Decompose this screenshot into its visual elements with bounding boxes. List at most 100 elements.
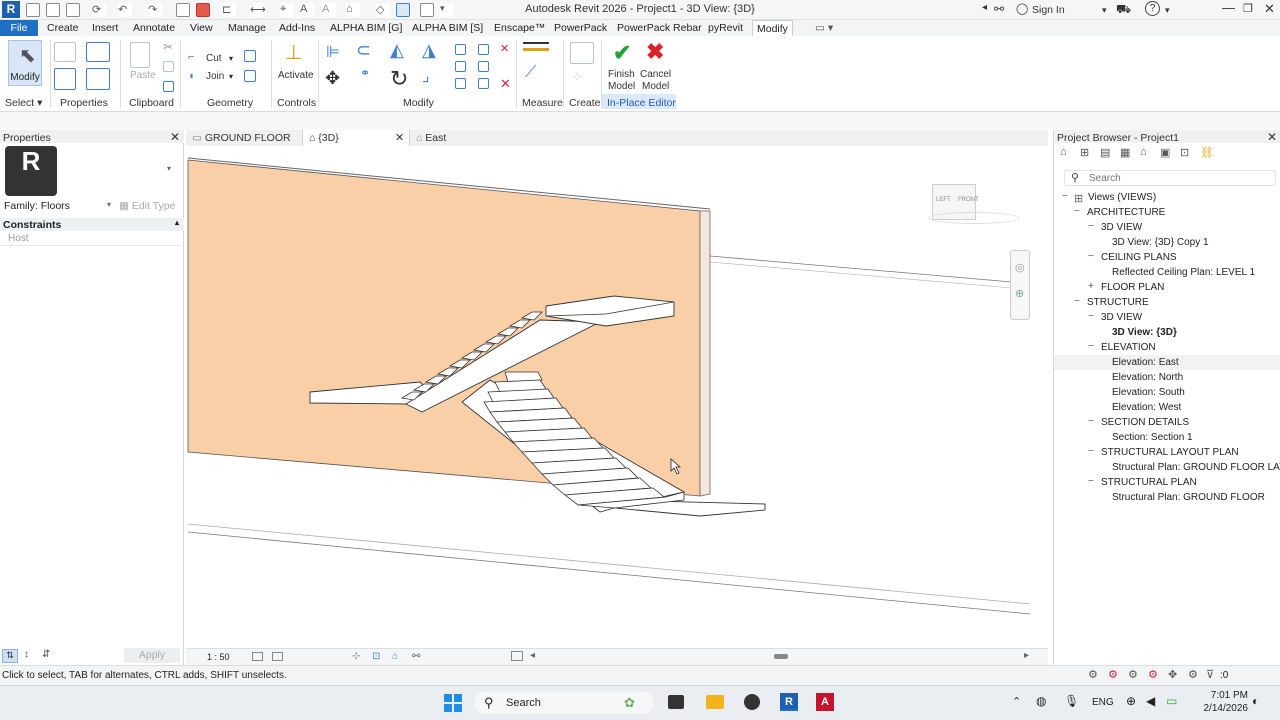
clock-time[interactable]: 7:01 PM: [1198, 690, 1248, 701]
constraints-header[interactable]: Constraints ▴: [0, 218, 184, 231]
temporary-hide-icon[interactable]: ⌂: [392, 651, 398, 662]
tab-file[interactable]: File: [0, 20, 38, 36]
properties-help-icon[interactable]: ⇅: [2, 649, 18, 663]
mirror-draw-icon[interactable]: ◮: [422, 40, 436, 61]
notifications-icon[interactable]: ◐: [1252, 694, 1259, 708]
viewcube-left-face[interactable]: LEFT: [936, 197, 951, 203]
tree-item[interactable]: Elevation: South: [1112, 387, 1185, 398]
family-types-icon[interactable]: [86, 42, 110, 62]
tree-expander-icon[interactable]: −: [1074, 296, 1080, 307]
wall-joins-icon[interactable]: [244, 50, 256, 62]
tree-item[interactable]: Structural Plan: GROUND FLOOR LAYOUT: [1112, 462, 1280, 473]
ribbon-options-icon[interactable]: ▭ ▾: [815, 22, 833, 34]
network-icon[interactable]: ◍: [1036, 694, 1046, 708]
family-dropdown-icon[interactable]: ▾: [107, 200, 111, 209]
language-indicator[interactable]: ENG: [1092, 697, 1114, 708]
tree-item[interactable]: 3D View: {3D} Copy 1: [1112, 237, 1209, 248]
tree-item[interactable]: SECTION DETAILS: [1101, 417, 1189, 428]
globe-icon[interactable]: ⊕: [1126, 694, 1136, 708]
user-icon[interactable]: ◯: [1016, 2, 1028, 15]
tree-item[interactable]: Section: Section 1: [1112, 432, 1193, 443]
type-properties-icon[interactable]: [54, 42, 76, 62]
sort-alpha-icon[interactable]: ⇵: [42, 649, 50, 660]
split-gap-icon[interactable]: [478, 78, 489, 89]
help-icon[interactable]: ?: [1145, 1, 1160, 16]
offset-icon[interactable]: ⊂: [356, 40, 371, 61]
show-analytical-icon[interactable]: ⚯: [412, 651, 420, 662]
drawing-canvas[interactable]: LEFT FRONT ◎ ⊕: [186, 146, 1034, 648]
finish-model-icon[interactable]: ✔: [613, 40, 631, 66]
expand-all-icon[interactable]: ⊞: [1080, 146, 1089, 159]
horizontal-scrollbar-thumb[interactable]: [774, 654, 788, 659]
tree-expander-icon[interactable]: −: [1088, 476, 1094, 487]
activate-controls-icon[interactable]: ⊥: [285, 40, 302, 65]
modify-tool-button[interactable]: ⬉ Modify: [8, 40, 42, 86]
tree-item[interactable]: Structural Plan: GROUND FLOOR: [1112, 492, 1265, 503]
zoom-region-icon[interactable]: ⊕: [1015, 287, 1024, 300]
home-icon[interactable]: ⌂: [1060, 146, 1067, 158]
scale-icon[interactable]: [455, 78, 466, 89]
scroll-left-icon[interactable]: ◂: [530, 650, 535, 661]
delete-small-icon[interactable]: ✕: [500, 42, 509, 55]
close-tab-icon[interactable]: ✕: [395, 131, 404, 144]
tab-pyrevit[interactable]: pyRevit: [708, 22, 743, 34]
task-view-icon[interactable]: [668, 695, 684, 709]
editable-only-icon[interactable]: ⚙: [1188, 668, 1198, 681]
close-button[interactable]: ✕: [1264, 1, 1275, 17]
tab-powerpack-rebar[interactable]: PowerPack Rebar: [617, 22, 702, 34]
tab-enscape[interactable]: Enscape™: [494, 22, 545, 34]
search-arrow-icon[interactable]: ◂: [982, 2, 987, 13]
array-icon[interactable]: [455, 61, 466, 72]
tree-item[interactable]: STRUCTURE: [1087, 297, 1149, 308]
visual-style-icon[interactable]: [272, 652, 283, 661]
tree-expander-icon[interactable]: +: [1088, 281, 1094, 292]
tree-item[interactable]: Views (VIEWS): [1088, 192, 1156, 203]
scroll-right-icon[interactable]: ▸: [1024, 650, 1029, 661]
viewcube-compass-ring[interactable]: [928, 212, 1020, 224]
model-view[interactable]: [186, 146, 1034, 648]
steering-wheel-icon[interactable]: ◎: [1015, 261, 1025, 274]
family-selector[interactable]: Family: Floors: [4, 200, 70, 212]
tree-item[interactable]: 3D VIEW: [1101, 222, 1142, 233]
clock-date[interactable]: 2/14/2026: [1192, 703, 1249, 714]
tab-alpha-bim-g[interactable]: ALPHA BIM [G]: [330, 22, 402, 34]
measure-along-icon[interactable]: ⟋: [525, 64, 536, 82]
cancel-model-icon[interactable]: ✖: [646, 39, 664, 65]
create-similar-icon[interactable]: [570, 42, 594, 64]
sheets-icon[interactable]: ▤: [1100, 146, 1110, 159]
tree-expander-icon[interactable]: −: [1062, 191, 1068, 202]
type-selector-dropdown-icon[interactable]: ▾: [167, 164, 171, 173]
join-geometry-icon[interactable]: ◖: [188, 70, 195, 82]
cut-geometry-icon[interactable]: ⌐: [188, 51, 194, 63]
select-underlay-icon[interactable]: ⚙: [1108, 668, 1118, 681]
apply-button[interactable]: Apply: [124, 648, 180, 663]
rotate-icon[interactable]: ↻: [390, 66, 408, 92]
revit-links-icon[interactable]: ⛓: [1200, 146, 1214, 159]
links-icon[interactable]: ⊡: [1180, 146, 1189, 159]
close-project-browser-icon[interactable]: ✕: [1267, 130, 1277, 144]
filter-icon[interactable]: ⊽: [1206, 668, 1214, 681]
viewcube-front-face[interactable]: FRONT: [958, 197, 979, 203]
battery-icon[interactable]: ▭: [1166, 694, 1177, 708]
tree-item[interactable]: Elevation: West: [1112, 402, 1181, 413]
tab-annotate[interactable]: Annotate: [133, 22, 175, 34]
family-category-icon[interactable]: [86, 68, 110, 90]
show-hidden-icons[interactable]: ⌃: [1012, 695, 1021, 708]
scissors-icon[interactable]: ✂: [163, 40, 173, 54]
tab-east[interactable]: ⌂ East: [416, 130, 496, 146]
tab-powerpack[interactable]: PowerPack: [554, 22, 607, 34]
unpin-icon[interactable]: [478, 61, 489, 72]
group-select[interactable]: Select ▾: [5, 97, 42, 109]
paint-icon[interactable]: [244, 70, 256, 82]
finish-model-label-1[interactable]: Finish: [608, 69, 635, 80]
families-icon[interactable]: ⌂: [1140, 146, 1147, 158]
select-links-icon[interactable]: ⚙: [1088, 668, 1098, 681]
windows-start-icon[interactable]: [444, 694, 462, 712]
select-by-face-icon[interactable]: ⚙: [1148, 668, 1158, 681]
tab-ground-floor[interactable]: ▭ GROUND FLOOR: [192, 130, 302, 146]
tree-item[interactable]: 3D View: {3D}: [1112, 327, 1177, 338]
chrome-icon[interactable]: [744, 694, 760, 710]
tab-view[interactable]: View: [190, 22, 213, 34]
tab-modify[interactable]: Modify: [752, 20, 793, 37]
tab-add-ins[interactable]: Add-Ins: [279, 22, 315, 34]
